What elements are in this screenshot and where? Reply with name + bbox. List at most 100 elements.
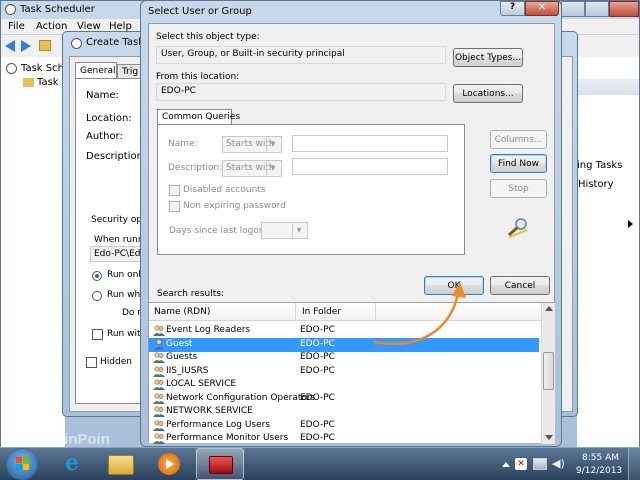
days-since-logon-combo: ▼ — [261, 222, 308, 239]
scroll-down-icon[interactable] — [545, 435, 553, 440]
result-folder: EDO-PC — [300, 433, 335, 443]
user-account-value: Edo-PC\Ed — [94, 249, 141, 259]
disabled-accounts-label: Disabled accounts — [183, 185, 266, 195]
name-label: Name: — [86, 90, 119, 101]
select-user-dialog: Select User or Group ? ✕ Select this obj… — [140, 0, 562, 447]
common-queries-panel: Name: Starts with ▼ Description: Starts w… — [157, 124, 465, 255]
locations-button[interactable]: Locations... — [453, 84, 523, 103]
result-name: LOCAL SERVICE — [166, 379, 237, 389]
query-name-input — [292, 135, 448, 152]
volume-icon[interactable]: ◀) — [552, 458, 566, 470]
when-running-label: When runn — [94, 235, 144, 245]
result-row[interactable]: Performance Monitor Users EDO-PC — [149, 432, 539, 446]
close-button[interactable] — [609, 1, 639, 17]
windows-start-icon[interactable] — [6, 448, 38, 480]
result-folder: EDO-PC — [300, 392, 335, 403]
group-icon — [153, 406, 165, 417]
toolbox-icon — [209, 456, 233, 474]
clock-time[interactable]: 8:55 AM — [582, 453, 619, 463]
dialog-body: Select this object type: User, Group, or… — [148, 23, 555, 444]
result-row[interactable]: Network Configuration Operators EDO-PC — [149, 392, 539, 406]
submenu-arrow-icon[interactable] — [628, 220, 633, 228]
results-rows: Event Log Readers EDO-PC Guest EDO-PC Guests… — [149, 324, 541, 444]
search-magnifier-icon — [506, 217, 530, 239]
forward-arrow-icon[interactable] — [21, 40, 31, 52]
chevron-down-icon: ▼ — [266, 162, 279, 175]
result-folder: EDO-PC — [300, 419, 335, 430]
group-icon — [153, 420, 165, 431]
minimize-button[interactable] — [561, 1, 585, 17]
location-value: EDO-PC — [156, 83, 446, 101]
media-player-icon[interactable] — [158, 453, 180, 475]
menu-action[interactable]: Action — [36, 21, 67, 32]
tray-up-arrow-icon[interactable] — [502, 462, 510, 467]
back-arrow-icon[interactable] — [5, 40, 15, 52]
taskbar-active-button[interactable] — [196, 448, 244, 480]
cancel-button[interactable]: Cancel — [490, 276, 550, 295]
result-name: NETWORK SERVICE — [166, 406, 253, 416]
group-icon — [153, 393, 165, 404]
run-only-radio[interactable] — [92, 271, 102, 281]
object-type-label: Select this object type: — [156, 32, 260, 42]
show-desktop-button[interactable] — [628, 448, 640, 480]
result-row[interactable]: LOCAL SERVICE — [149, 378, 539, 392]
tab-general-label: General — [80, 66, 116, 76]
days-since-logon-label: Days since last logon: — [169, 226, 268, 236]
result-row[interactable]: IIS_IUSRS EDO-PC — [149, 365, 539, 379]
close-button[interactable]: ✕ — [525, 1, 559, 16]
clock-icon — [6, 63, 17, 74]
columns-button: Columns... — [490, 130, 547, 149]
column-folder-header[interactable]: In Folder — [302, 307, 341, 317]
play-icon — [166, 459, 174, 469]
description-label: Description: — [86, 151, 147, 162]
common-queries-tab-label: Common Queries — [162, 112, 241, 122]
result-row[interactable]: Guests EDO-PC — [149, 351, 539, 365]
non-expiring-checkbox — [169, 201, 180, 212]
object-types-button[interactable]: Object Types... — [453, 48, 523, 67]
run-whether-radio[interactable] — [92, 291, 102, 301]
run-with-highest-checkbox[interactable] — [92, 329, 103, 340]
network-icon[interactable] — [533, 458, 547, 470]
windows-logo-yellow — [23, 464, 29, 470]
chevron-down-icon: ▼ — [292, 224, 305, 237]
result-name: Guests — [166, 352, 198, 362]
author-label: Author: — [86, 131, 123, 142]
scroll-up-icon[interactable] — [545, 306, 553, 311]
group-icon — [153, 433, 165, 444]
group-icon — [153, 379, 165, 390]
result-folder: EDO-PC — [300, 352, 335, 362]
group-icon — [153, 352, 165, 363]
common-queries-tab[interactable]: Common Queries — [157, 109, 240, 125]
result-name: Performance Log Users — [166, 419, 271, 430]
menu-file[interactable]: File — [8, 21, 25, 32]
result-row[interactable]: NETWORK SERVICE — [149, 405, 539, 419]
windows-logo-green — [23, 457, 29, 463]
annotation-arrow-path — [373, 293, 460, 345]
help-button[interactable]: ? — [500, 1, 525, 16]
result-row[interactable]: Performance Log Users EDO-PC — [149, 419, 539, 433]
folder-icon[interactable] — [108, 455, 134, 475]
action-center-icon[interactable]: ✕ — [515, 458, 527, 470]
hidden-checkbox[interactable] — [86, 357, 97, 368]
location-label: From this location: — [156, 72, 240, 82]
search-results-label: Search results: — [157, 289, 224, 299]
clock-icon — [5, 4, 16, 15]
tab-general[interactable]: General — [75, 62, 117, 79]
column-name-header[interactable]: Name (RDN) — [154, 307, 210, 317]
clock-date[interactable]: 9/12/2013 — [576, 466, 622, 476]
results-scrollbar[interactable] — [541, 303, 555, 444]
window-controls — [561, 1, 639, 17]
up-folder-icon[interactable] — [39, 40, 51, 51]
maximize-button[interactable] — [585, 1, 609, 17]
user-icon — [153, 338, 165, 350]
result-row[interactable]: Event Log Readers EDO-PC — [149, 324, 539, 338]
run-with-highest-label: Run wit — [107, 329, 141, 339]
action-history[interactable]: History — [578, 179, 614, 190]
result-row[interactable]: Guest EDO-PC — [149, 337, 539, 352]
find-now-button[interactable]: Find Now — [490, 154, 547, 173]
chevron-down-icon: ▼ — [266, 138, 279, 151]
action-running-tasks[interactable]: ing Tasks — [577, 160, 622, 171]
watermark: WinPoin — [50, 431, 110, 448]
scroll-thumb[interactable] — [543, 352, 554, 390]
internet-explorer-icon[interactable]: e — [60, 450, 84, 476]
